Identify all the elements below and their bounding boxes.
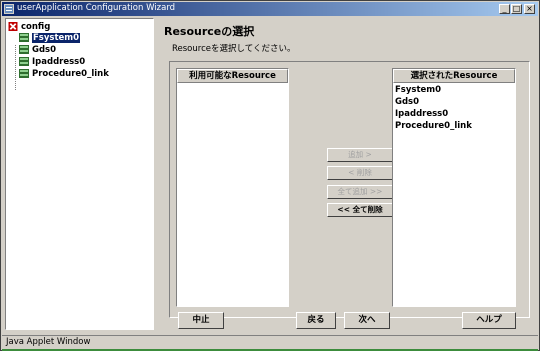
config-error-icon: [8, 22, 18, 31]
remove-all-button[interactable]: << 全て削除: [327, 203, 393, 217]
wizard-content: Resourceの選択 Resourceを選択してください。 利用可能なReso…: [158, 18, 536, 330]
tree-item-label: Procedure0_link: [32, 68, 109, 79]
add-button[interactable]: 追加 >: [327, 148, 393, 162]
available-resource-list[interactable]: 利用可能なResource: [176, 68, 289, 307]
add-all-button[interactable]: 全て追加 >>: [327, 185, 393, 199]
tree-root-config[interactable]: config: [8, 21, 50, 32]
resource-icon: [19, 69, 29, 78]
selected-resource-list[interactable]: 選択されたResource Fsystem0 Gds0 Ipaddress0 P…: [392, 68, 516, 307]
tree-root-label: config: [21, 21, 51, 32]
back-button[interactable]: 戻る: [296, 312, 336, 329]
title-bar[interactable]: userApplication Configuration Wizard _ □…: [2, 2, 538, 16]
window-title: userApplication Configuration Wizard: [17, 3, 176, 13]
page-description: Resourceを選択してください。: [172, 44, 296, 54]
next-button[interactable]: 次へ: [344, 312, 390, 329]
selection-panel: 利用可能なResource 追加 > < 削除 全て追加 >> << 全て削除 …: [169, 61, 530, 318]
wizard-window: userApplication Configuration Wizard _ □…: [0, 0, 540, 351]
cancel-button[interactable]: 中止: [178, 312, 224, 329]
resource-icon: [19, 57, 29, 66]
page-title: Resourceの選択: [164, 25, 255, 38]
status-bar: Java Applet Window: [2, 335, 538, 350]
tree-item-fsystem0[interactable]: Fsystem0: [19, 32, 81, 43]
tree-item-label: Gds0: [32, 44, 57, 55]
resource-tree[interactable]: config Fsystem0 Gds0 Ipaddress0 Procedur…: [5, 18, 154, 330]
list-item[interactable]: Fsystem0: [395, 85, 441, 97]
tree-item-procedure0-link[interactable]: Procedure0_link: [19, 68, 109, 79]
java-app-icon: [4, 4, 14, 14]
list-item[interactable]: Ipaddress0: [395, 109, 448, 121]
minimize-button[interactable]: _: [499, 4, 510, 14]
selected-list-header: 選択されたResource: [393, 69, 515, 83]
tree-item-label: Ipaddress0: [32, 56, 86, 67]
tree-item-label: Fsystem0: [32, 32, 81, 43]
tree-item-ipaddress0[interactable]: Ipaddress0: [19, 56, 85, 67]
close-button[interactable]: ×: [524, 4, 535, 14]
resource-icon: [19, 45, 29, 54]
available-list-header: 利用可能なResource: [177, 69, 288, 83]
list-item[interactable]: Gds0: [395, 97, 419, 109]
resource-icon: [19, 33, 29, 42]
remove-button[interactable]: < 削除: [327, 166, 393, 180]
status-text: Java Applet Window: [6, 337, 91, 347]
tree-connector-line: [15, 45, 16, 90]
help-button[interactable]: ヘルプ: [462, 312, 516, 329]
maximize-button[interactable]: □: [511, 4, 522, 14]
list-item[interactable]: Procedure0_link: [395, 121, 472, 133]
tree-item-gds0[interactable]: Gds0: [19, 44, 56, 55]
